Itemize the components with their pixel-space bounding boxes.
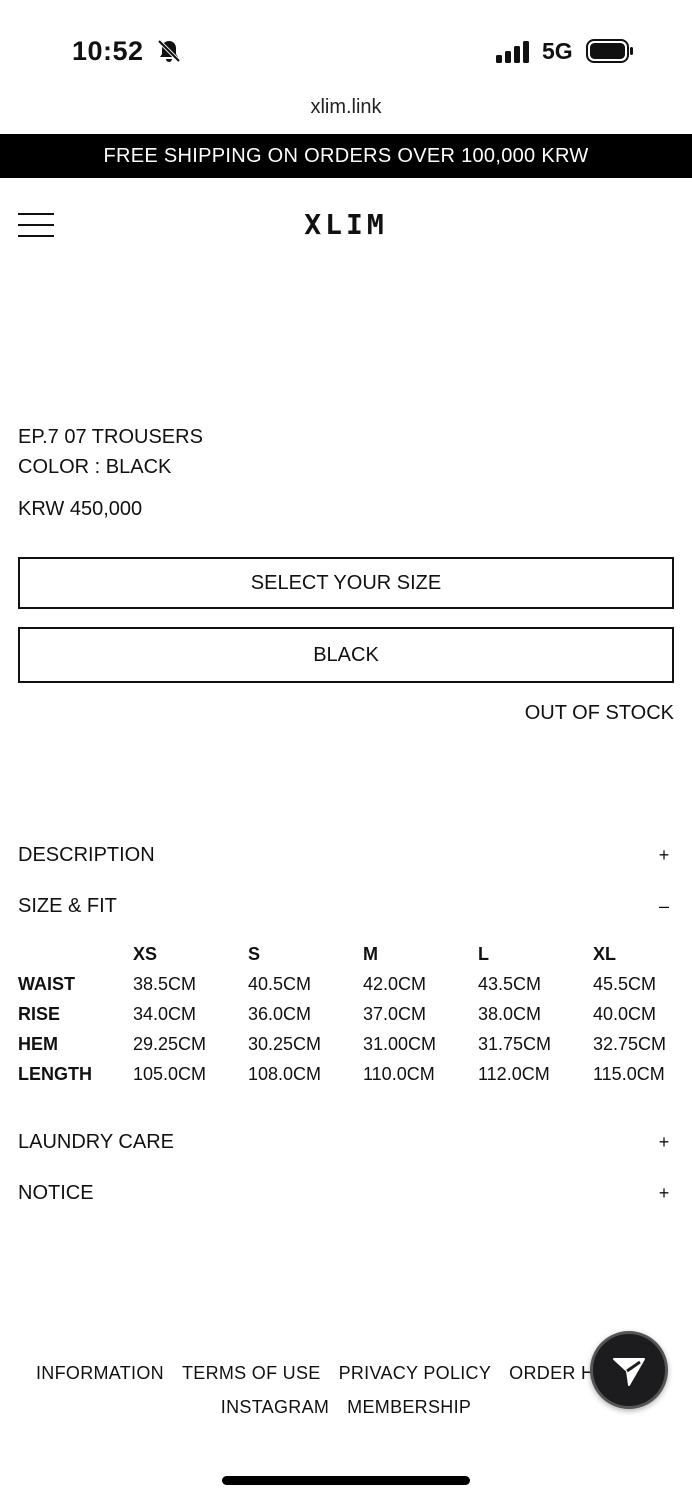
measurement-value: 34.0CM <box>133 1004 197 1024</box>
measurement-value: 40.0CM <box>593 1004 657 1024</box>
accordion-size-fit-label: SIZE & FIT <box>18 894 117 917</box>
promo-banner-text: FREE SHIPPING ON ORDERS OVER 100,000 KRW <box>103 144 589 167</box>
accordion-size-fit[interactable]: SIZE & FIT – <box>18 891 674 921</box>
cellular-signal-icon <box>496 41 529 63</box>
color-select-label: BLACK <box>313 643 379 666</box>
footer-link-order[interactable]: ORDER H <box>509 1363 594 1384</box>
footer-link-privacy[interactable]: PRIVACY POLICY <box>339 1363 492 1384</box>
battery-icon <box>586 39 633 63</box>
measurement-value: 37.0CM <box>363 1004 427 1024</box>
expand-plus-icon: + <box>658 1131 670 1152</box>
promo-banner: FREE SHIPPING ON ORDERS OVER 100,000 KRW <box>0 134 692 178</box>
size-column-header: XL <box>593 944 617 964</box>
product-color: COLOR : BLACK <box>18 456 172 478</box>
measurement-value: 38.5CM <box>133 974 197 994</box>
measurement-value: 31.75CM <box>478 1034 552 1054</box>
size-select[interactable]: SELECT YOUR SIZE <box>18 557 674 609</box>
size-select-label: SELECT YOUR SIZE <box>250 571 442 594</box>
footer-links-row-2: INSTAGRAM MEMBERSHIP <box>0 1397 692 1418</box>
size-column-header: XS <box>133 944 158 964</box>
accordion-description-label: DESCRIPTION <box>18 843 155 866</box>
measurement-value: 105.0CM <box>133 1064 207 1084</box>
product-price: KRW 450,000 <box>18 498 143 520</box>
measurement-value: 45.5CM <box>593 974 657 994</box>
measurement-value: 32.75CM <box>593 1034 667 1054</box>
collapse-minus-icon: – <box>658 895 669 916</box>
measurement-value: 29.25CM <box>133 1034 207 1054</box>
size-column-header: L <box>478 944 489 964</box>
measurement-value: 108.0CM <box>248 1064 322 1084</box>
measurement-value: 36.0CM <box>248 1004 312 1024</box>
accordion-laundry-care[interactable]: LAUNDRY CARE + <box>18 1127 674 1157</box>
brand-logo[interactable]: XLIM <box>0 208 692 241</box>
measurement-value: 112.0CM <box>478 1064 550 1084</box>
measurement-value: 110.0CM <box>363 1064 435 1084</box>
browser-url[interactable]: xlim.link <box>0 96 692 119</box>
measurement-value: 31.00CM <box>363 1034 437 1054</box>
size-column-header: S <box>248 944 261 964</box>
measurement-label: RISE <box>18 1004 61 1024</box>
status-bar: 10:52 5G <box>0 0 692 90</box>
expand-plus-icon: + <box>658 844 670 865</box>
bell-muted-icon <box>157 39 181 63</box>
color-select[interactable]: BLACK <box>18 627 674 683</box>
accordion-description[interactable]: DESCRIPTION + <box>18 840 674 870</box>
measurement-label: WAIST <box>18 974 75 994</box>
measurement-value: 38.0CM <box>478 1004 542 1024</box>
product-name: EP.7 07 TROUSERS <box>18 426 203 448</box>
measurement-value: 40.5CM <box>248 974 312 994</box>
footer-link-information[interactable]: INFORMATION <box>36 1363 164 1384</box>
footer-link-instagram[interactable]: INSTAGRAM <box>221 1397 329 1418</box>
accordion-notice[interactable]: NOTICE + <box>18 1178 674 1208</box>
status-time: 10:52 <box>72 36 144 66</box>
accordion-notice-label: NOTICE <box>18 1181 94 1204</box>
stock-status: OUT OF STOCK <box>524 702 674 724</box>
expand-plus-icon: + <box>658 1182 670 1203</box>
accordion-laundry-care-label: LAUNDRY CARE <box>18 1130 174 1153</box>
send-arrow-icon <box>613 1358 645 1386</box>
home-indicator <box>222 1476 470 1485</box>
size-column-header: M <box>363 944 378 964</box>
footer-link-membership[interactable]: MEMBERSHIP <box>347 1397 471 1418</box>
measurement-value: 43.5CM <box>478 974 542 994</box>
network-type: 5G <box>542 38 573 64</box>
measurement-value: 42.0CM <box>363 974 427 994</box>
chat-button[interactable] <box>590 1331 668 1409</box>
measurement-label: HEM <box>18 1034 58 1054</box>
footer-link-terms[interactable]: TERMS OF USE <box>182 1363 321 1384</box>
measurement-label: LENGTH <box>18 1064 92 1084</box>
measurement-value: 30.25CM <box>248 1034 322 1054</box>
measurement-value: 115.0CM <box>593 1064 665 1084</box>
